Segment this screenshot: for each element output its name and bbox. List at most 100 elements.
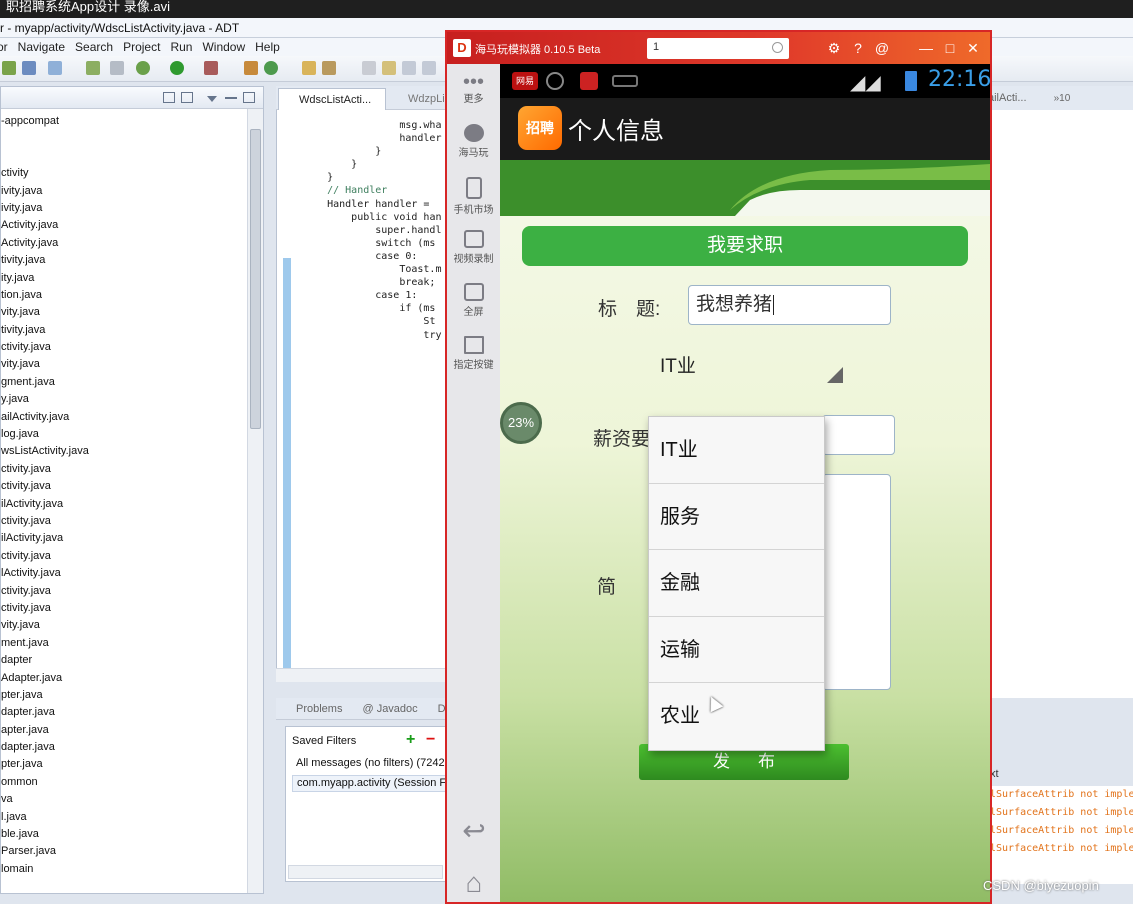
search-tool-icon[interactable] <box>322 61 336 75</box>
tree-item[interactable]: y.java <box>1 391 247 408</box>
tree-item[interactable]: tivity.java <box>1 322 247 339</box>
tab-wdzplist[interactable]: WdzpLis <box>388 88 448 110</box>
app-logo-icon[interactable]: 招聘 <box>518 106 562 150</box>
tree-item[interactable]: ctivity.java <box>1 461 247 478</box>
close-icon[interactable]: ✕ <box>964 39 982 57</box>
package-explorer-scrollbar[interactable] <box>247 109 263 893</box>
industry-spinner[interactable]: IT业 <box>657 349 843 385</box>
tree-item[interactable]: vity.java <box>1 356 247 373</box>
tree-item[interactable]: ilActivity.java <box>1 496 247 513</box>
tree-item[interactable]: vity.java <box>1 617 247 634</box>
dropdown-option[interactable]: 服务 <box>649 484 824 551</box>
filter-all-messages[interactable]: All messages (no filters) (7242 <box>296 757 445 769</box>
tree-item[interactable]: ity.java <box>1 270 247 287</box>
annotation-icon[interactable] <box>362 61 376 75</box>
tree-item[interactable] <box>1 130 247 147</box>
tree-item[interactable]: lActivity.java <box>1 565 247 582</box>
menu-item[interactable]: or <box>0 38 8 56</box>
sidebar-haimawan[interactable]: 海马玩 <box>447 124 500 159</box>
home-icon[interactable]: ⌂ <box>457 867 491 899</box>
collapse-all-icon[interactable] <box>163 92 175 103</box>
tree-item[interactable]: ommon <box>1 774 247 791</box>
new-class-icon[interactable] <box>244 61 258 75</box>
menu-item[interactable]: Search <box>75 38 113 56</box>
bottom-tab[interactable]: Problems <box>296 703 342 715</box>
maximize-icon[interactable] <box>243 92 255 103</box>
menu-item[interactable]: Project <box>123 38 160 56</box>
tree-item[interactable]: gment.java <box>1 374 247 391</box>
tree-item[interactable]: dapter.java <box>1 739 247 756</box>
tree-item[interactable]: -appcompat <box>1 113 247 130</box>
dropdown-option[interactable]: 农业 <box>649 683 824 750</box>
post-job-button[interactable]: 我要求职 <box>522 226 968 266</box>
tree-item[interactable]: ctivity.java <box>1 600 247 617</box>
pencil-icon[interactable] <box>382 61 396 75</box>
tree-item[interactable]: wsListActivity.java <box>1 443 247 460</box>
salary-input[interactable] <box>822 415 895 455</box>
help-icon[interactable]: ? <box>849 39 867 57</box>
tree-item[interactable]: l.java <box>1 809 247 826</box>
toggle-icon[interactable] <box>402 61 416 75</box>
back-icon[interactable] <box>422 61 436 75</box>
view-menu-icon[interactable] <box>207 96 217 102</box>
tree-item[interactable]: ivity.java <box>1 183 247 200</box>
bottom-tab[interactable]: @ Javadoc <box>362 703 417 715</box>
sdk-manager-icon[interactable] <box>86 61 100 75</box>
settings-icon[interactable]: ⚙ <box>825 39 843 57</box>
minimize-icon[interactable] <box>225 97 237 99</box>
tree-item[interactable] <box>1 148 247 165</box>
menu-item[interactable]: Run <box>170 38 192 56</box>
tree-item[interactable]: log.java <box>1 426 247 443</box>
debug-icon[interactable] <box>136 61 150 75</box>
sidebar-market[interactable]: 手机市场 <box>447 177 500 216</box>
tree-item[interactable]: ctivity.java <box>1 478 247 495</box>
tree-item[interactable]: tivity.java <box>1 252 247 269</box>
tree-item[interactable]: ctivity.java <box>1 339 247 356</box>
filters-scrollbar[interactable] <box>288 865 443 879</box>
tree-item[interactable]: dapter <box>1 652 247 669</box>
tree-item[interactable]: dapter.java <box>1 704 247 721</box>
menu-item[interactable]: Navigate <box>18 38 65 56</box>
tree-item[interactable]: ilActivity.java <box>1 530 247 547</box>
maximize-icon[interactable]: □ <box>941 39 959 57</box>
intro-textarea[interactable] <box>822 474 891 690</box>
tree-item[interactable]: tion.java <box>1 287 247 304</box>
tree-item[interactable]: va <box>1 791 247 808</box>
tree-item[interactable]: ble.java <box>1 826 247 843</box>
tree-item[interactable]: pter.java <box>1 687 247 704</box>
tree-item[interactable]: Activity.java <box>1 217 247 234</box>
tab-overflow[interactable]: »10 <box>1054 93 1071 104</box>
run-icon[interactable] <box>170 61 184 75</box>
tree-item[interactable]: vity.java <box>1 304 247 321</box>
save-icon[interactable] <box>22 61 36 75</box>
feedback-icon[interactable]: @ <box>873 39 891 57</box>
tree-item[interactable]: ctivity.java <box>1 513 247 530</box>
tree-item[interactable]: apter.java <box>1 722 247 739</box>
minimize-icon[interactable]: — <box>917 39 935 57</box>
sidebar-more[interactable]: ••• 更多 <box>447 72 500 105</box>
new-icon[interactable] <box>2 61 16 75</box>
menu-item[interactable]: Help <box>255 38 280 56</box>
skip-breakpoints-icon[interactable] <box>110 61 124 75</box>
tree-item[interactable]: Activity.java <box>1 235 247 252</box>
back-icon[interactable]: ↩ <box>457 814 491 847</box>
external-tools-icon[interactable] <box>204 61 218 75</box>
filter-session[interactable]: com.myapp.activity (Session F <box>292 775 448 792</box>
tree-item[interactable]: pter.java <box>1 756 247 773</box>
open-folder-icon[interactable] <box>302 61 316 75</box>
tree-item[interactable]: ctivity.java <box>1 548 247 565</box>
tree-item[interactable]: ment.java <box>1 635 247 652</box>
tab-detailactivity[interactable]: ailActi... <box>988 92 1027 104</box>
sidebar-fullscreen[interactable]: 全屏 <box>447 283 500 318</box>
tree-item[interactable]: ctivity <box>1 165 247 182</box>
open-type-icon[interactable] <box>264 61 278 75</box>
tree-item[interactable]: Adapter.java <box>1 670 247 687</box>
sidebar-keymap[interactable]: 指定按键 <box>447 336 500 371</box>
code-editor[interactable]: msg.wha handler } } } // Handler Handler… <box>276 110 448 680</box>
emulator-search-input[interactable]: 1 <box>647 38 789 59</box>
link-editor-icon[interactable] <box>181 92 193 103</box>
dropdown-option[interactable]: 金融 <box>649 550 824 617</box>
tree-item[interactable]: Parser.java <box>1 843 247 860</box>
dropdown-option[interactable]: IT业 <box>649 417 824 484</box>
tree-item[interactable]: ctivity.java <box>1 583 247 600</box>
